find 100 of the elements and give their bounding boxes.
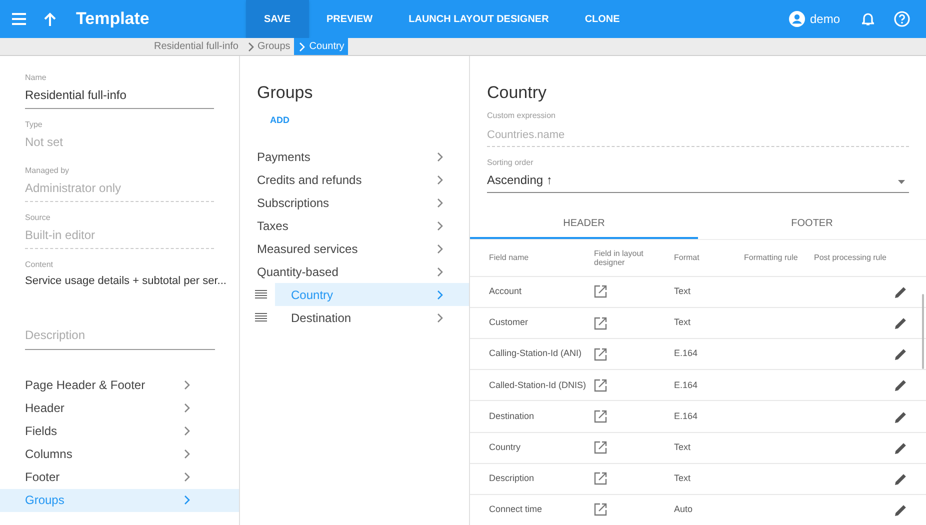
tab[interactable]: FOOTER [698, 209, 926, 239]
section-label: Columns [25, 446, 72, 463]
group-label: Subscriptions [257, 194, 330, 212]
group-label: Payments [257, 148, 310, 166]
column-header: Format [674, 253, 700, 262]
table-cell-text: Text [674, 472, 692, 486]
pencil-icon[interactable] [895, 317, 907, 330]
chevron-right-icon [298, 42, 306, 52]
field-label: Custom expression [487, 110, 556, 122]
external-link-icon[interactable] [594, 503, 607, 516]
section-item[interactable]: Page Header & Footer [0, 374, 239, 396]
group-item[interactable]: Quantity-based [240, 260, 469, 283]
column-header: Post processing rule [814, 253, 888, 262]
pencil-icon[interactable] [895, 286, 907, 298]
field-value: Service usage details + subtotal per ser... [25, 274, 226, 289]
section-label: Groups [25, 492, 64, 509]
external-link-icon[interactable] [594, 316, 607, 330]
field-label: Name [25, 72, 48, 84]
section-label: Header [25, 400, 64, 417]
table-cell-text: Destination [489, 410, 536, 423]
group-label: Country [291, 286, 334, 304]
scrollbar[interactable] [922, 294, 924, 369]
group-label: Quantity-based [257, 264, 338, 280]
pencil-icon[interactable] [895, 504, 907, 516]
section-item[interactable]: Header [0, 396, 239, 420]
field-value: Built-in editor [25, 227, 96, 244]
breadcrumb-link[interactable]: Residential full-info [154, 39, 238, 54]
external-link-icon[interactable] [594, 378, 607, 392]
section-item[interactable]: Fields [0, 420, 239, 442]
chevron-right-icon [183, 472, 191, 482]
section-label: Footer [25, 469, 60, 486]
chevron-right-icon [436, 266, 444, 276]
chevron-right-icon [183, 380, 191, 390]
group-item[interactable]: Measured services [240, 237, 469, 260]
chevron-right-icon [183, 495, 191, 505]
external-link-icon[interactable] [594, 410, 607, 423]
pencil-icon[interactable] [895, 379, 907, 392]
chevron-right-icon [436, 152, 444, 162]
chevron-right-icon [436, 312, 444, 322]
field-value: Administrator only [25, 180, 122, 197]
chevron-right-icon [183, 449, 191, 459]
group-label: Credits and refunds [257, 172, 362, 188]
pencil-icon[interactable] [895, 348, 907, 360]
column-header: Field name [489, 253, 530, 262]
pencil-icon[interactable] [895, 410, 907, 422]
table-cell-text: Text [674, 316, 692, 330]
chevron-right-icon [436, 290, 444, 300]
external-link-icon[interactable] [594, 472, 607, 486]
table-cell-text: Country [489, 440, 522, 454]
group-label: Measured services [257, 240, 358, 258]
pencil-icon[interactable] [895, 442, 907, 454]
group-label: Destination [291, 310, 352, 326]
group-item[interactable]: Destination [275, 306, 469, 329]
pencil-icon[interactable] [895, 472, 907, 485]
up-arrow-icon[interactable] [44, 12, 56, 26]
table-cell-text: E.164 [674, 378, 699, 392]
description-field[interactable]: Description [25, 326, 215, 350]
group-label: Taxes [257, 218, 288, 234]
menu-icon[interactable] [12, 13, 26, 25]
table-cell-text: Auto [674, 503, 694, 516]
custom-expression-field[interactable]: Countries.name [487, 126, 909, 147]
panel-title: Country [486, 82, 548, 104]
column-header: Formatting rule [744, 253, 799, 262]
help-icon[interactable] [894, 11, 910, 27]
table-cell-text: Text [674, 440, 692, 454]
table-cell-text: Customer [489, 316, 530, 330]
table-cell-text: E.164 [674, 347, 699, 360]
group-item[interactable]: Credits and refunds [240, 168, 469, 191]
section-item[interactable]: Columns [0, 442, 239, 466]
table-cell-text: Account [489, 285, 523, 298]
group-item[interactable]: Taxes [240, 214, 469, 237]
external-link-icon[interactable] [594, 285, 607, 298]
external-link-icon[interactable] [594, 441, 607, 454]
chevron-right-icon [183, 426, 191, 436]
group-item[interactable]: Subscriptions [240, 191, 469, 214]
section-label: Page Header & Footer [25, 377, 146, 394]
field-label: Content [25, 259, 54, 271]
chevron-right-icon [436, 174, 444, 184]
group-item[interactable]: Payments [240, 145, 469, 168]
field-value: Not set [25, 134, 64, 151]
bell-icon[interactable] [862, 12, 874, 26]
section-item[interactable]: Footer [0, 466, 239, 488]
external-link-icon[interactable] [594, 348, 607, 361]
toolbar-button[interactable]: SAVE [246, 0, 308, 38]
table-cell-text: Connect time [489, 503, 544, 516]
chevron-right-icon [246, 42, 254, 52]
form-field[interactable]: Name Residential full-info [25, 72, 214, 109]
field-label: Managed by [25, 165, 70, 177]
tab[interactable]: HEADER [470, 209, 698, 239]
field-label: Source [25, 212, 52, 224]
table-cell-text: Description [489, 472, 536, 486]
chevron-right-icon [183, 403, 191, 413]
panel-title: Groups [256, 82, 314, 104]
user-account-icon[interactable] [788, 11, 805, 27]
breadcrumb-link[interactable]: Groups [258, 39, 290, 54]
sorting-order-dropdown[interactable]: Sorting order Ascending ↑ [487, 157, 909, 193]
field-label: Type [25, 119, 44, 131]
section-label: Fields [25, 423, 58, 440]
table-cell-text: Called-Station-Id (DNIS) [489, 378, 588, 392]
chevron-right-icon [436, 244, 444, 254]
